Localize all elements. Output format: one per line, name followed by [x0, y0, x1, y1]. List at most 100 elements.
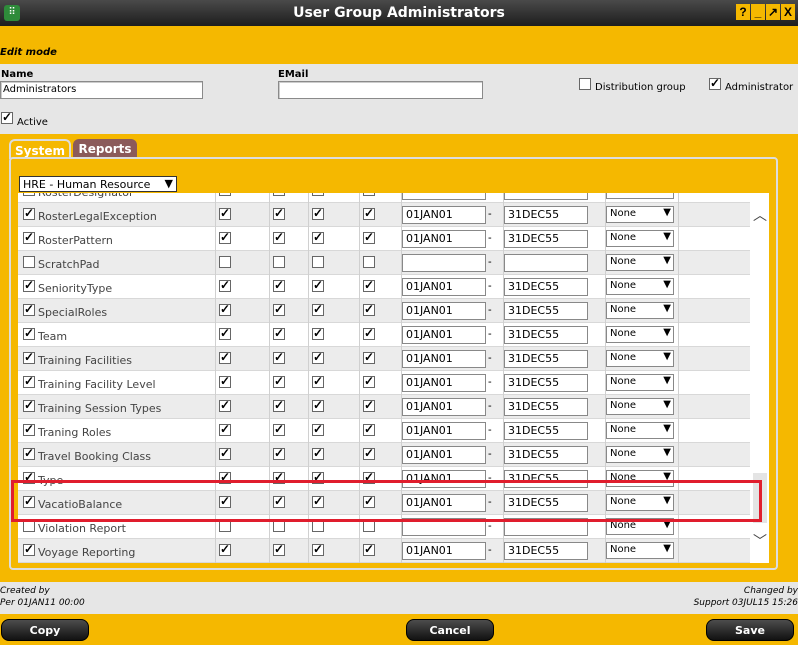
- name-field[interactable]: Administrators: [0, 81, 203, 99]
- permission-checkbox[interactable]: [273, 206, 285, 220]
- permission-checkbox[interactable]: [363, 326, 375, 340]
- permission-checkbox[interactable]: [363, 230, 375, 244]
- module-select[interactable]: HRE - Human Resource ▼: [19, 176, 177, 192]
- permission-checkbox[interactable]: [273, 256, 285, 268]
- valid-from-field[interactable]: 01JAN01: [402, 206, 486, 224]
- valid-to-field[interactable]: 31DEC55: [504, 542, 588, 560]
- valid-to-field[interactable]: 31DEC55: [504, 422, 588, 440]
- tab-system[interactable]: System: [9, 139, 71, 159]
- row-enable-checkbox[interactable]: [23, 398, 35, 412]
- permission-checkbox[interactable]: [219, 302, 231, 316]
- access-level-select[interactable]: None ▼: [606, 230, 674, 247]
- permission-checkbox[interactable]: [219, 326, 231, 340]
- permission-checkbox[interactable]: [312, 374, 324, 388]
- access-level-select[interactable]: None ▼: [606, 206, 674, 223]
- permission-checkbox[interactable]: [363, 422, 375, 436]
- valid-to-field[interactable]: 31DEC55: [504, 278, 588, 296]
- permission-checkbox[interactable]: [219, 374, 231, 388]
- permission-checkbox[interactable]: [312, 302, 324, 316]
- scroll-down-icon[interactable]: ﹀: [753, 531, 767, 551]
- permission-checkbox[interactable]: [273, 350, 285, 364]
- valid-from-field[interactable]: 01JAN01: [402, 230, 486, 248]
- email-field[interactable]: [278, 81, 483, 99]
- tab-reports[interactable]: Reports: [73, 139, 137, 159]
- scroll-up-icon[interactable]: ︿: [753, 205, 767, 225]
- permission-checkbox[interactable]: [273, 326, 285, 340]
- permission-checkbox[interactable]: [273, 542, 285, 556]
- permission-checkbox[interactable]: [273, 422, 285, 436]
- access-level-select[interactable]: None ▼: [606, 542, 674, 559]
- save-button[interactable]: Save: [706, 619, 794, 641]
- valid-to-field[interactable]: 31DEC55: [504, 326, 588, 344]
- permission-checkbox[interactable]: [219, 542, 231, 556]
- valid-from-field[interactable]: 01JAN01: [402, 302, 486, 320]
- valid-to-field[interactable]: 31DEC55: [504, 398, 588, 416]
- help-icon[interactable]: ?: [736, 4, 750, 20]
- administrator-checkbox[interactable]: [709, 76, 721, 90]
- permission-checkbox[interactable]: [312, 230, 324, 244]
- row-enable-checkbox[interactable]: [23, 326, 35, 340]
- permission-checkbox[interactable]: [219, 230, 231, 244]
- access-level-select[interactable]: None ▼: [606, 350, 674, 367]
- copy-button[interactable]: Copy: [1, 619, 89, 641]
- access-level-select[interactable]: None ▼: [606, 446, 674, 463]
- permission-checkbox[interactable]: [312, 193, 324, 196]
- permission-checkbox[interactable]: [219, 256, 231, 268]
- valid-from-field[interactable]: 01JAN01: [402, 350, 486, 368]
- access-level-select[interactable]: None ▼: [606, 326, 674, 343]
- access-level-select[interactable]: None ▼: [606, 254, 674, 271]
- permission-checkbox[interactable]: [312, 398, 324, 412]
- valid-from-field[interactable]: [402, 193, 486, 200]
- valid-from-field[interactable]: 01JAN01: [402, 278, 486, 296]
- row-enable-checkbox[interactable]: [23, 350, 35, 364]
- row-enable-checkbox[interactable]: [23, 230, 35, 244]
- permission-checkbox[interactable]: [363, 206, 375, 220]
- permission-checkbox[interactable]: [219, 350, 231, 364]
- permission-checkbox[interactable]: [273, 278, 285, 292]
- valid-to-field[interactable]: 31DEC55: [504, 374, 588, 392]
- access-level-select[interactable]: None ▼: [606, 278, 674, 295]
- permission-checkbox[interactable]: [363, 193, 375, 196]
- permission-checkbox[interactable]: [273, 374, 285, 388]
- permission-checkbox[interactable]: [219, 446, 231, 460]
- permission-checkbox[interactable]: [363, 398, 375, 412]
- cancel-button[interactable]: Cancel: [406, 619, 494, 641]
- valid-to-field[interactable]: [504, 254, 588, 272]
- permission-checkbox[interactable]: [312, 206, 324, 220]
- permission-checkbox[interactable]: [273, 446, 285, 460]
- row-enable-checkbox[interactable]: [23, 446, 35, 460]
- distribution-group-checkbox[interactable]: [579, 78, 591, 90]
- valid-from-field[interactable]: 01JAN01: [402, 446, 486, 464]
- valid-from-field[interactable]: 01JAN01: [402, 398, 486, 416]
- valid-to-field[interactable]: [504, 193, 588, 200]
- permission-checkbox[interactable]: [363, 446, 375, 460]
- permission-checkbox[interactable]: [363, 350, 375, 364]
- permission-checkbox[interactable]: [219, 398, 231, 412]
- row-enable-checkbox[interactable]: [23, 422, 35, 436]
- valid-to-field[interactable]: 31DEC55: [504, 350, 588, 368]
- row-enable-checkbox[interactable]: [23, 256, 35, 268]
- valid-from-field[interactable]: 01JAN01: [402, 326, 486, 344]
- row-enable-checkbox[interactable]: [23, 542, 35, 556]
- permission-checkbox[interactable]: [219, 193, 231, 196]
- permission-checkbox[interactable]: [363, 278, 375, 292]
- active-checkbox[interactable]: [1, 110, 13, 124]
- valid-to-field[interactable]: 31DEC55: [504, 302, 588, 320]
- permission-checkbox[interactable]: [363, 542, 375, 556]
- valid-to-field[interactable]: 31DEC55: [504, 206, 588, 224]
- permission-checkbox[interactable]: [219, 422, 231, 436]
- permission-checkbox[interactable]: [312, 422, 324, 436]
- row-enable-checkbox[interactable]: [23, 374, 35, 388]
- valid-from-field[interactable]: 01JAN01: [402, 422, 486, 440]
- permission-checkbox[interactable]: [273, 193, 285, 196]
- permission-checkbox[interactable]: [312, 446, 324, 460]
- row-enable-checkbox[interactable]: [23, 278, 35, 292]
- permission-checkbox[interactable]: [312, 256, 324, 268]
- access-level-select[interactable]: ▼: [606, 193, 674, 199]
- valid-from-field[interactable]: [402, 254, 486, 272]
- permission-checkbox[interactable]: [219, 278, 231, 292]
- access-level-select[interactable]: None ▼: [606, 302, 674, 319]
- maximize-icon[interactable]: ↗: [766, 4, 780, 20]
- permission-checkbox[interactable]: [273, 302, 285, 316]
- row-enable-checkbox[interactable]: [23, 206, 35, 220]
